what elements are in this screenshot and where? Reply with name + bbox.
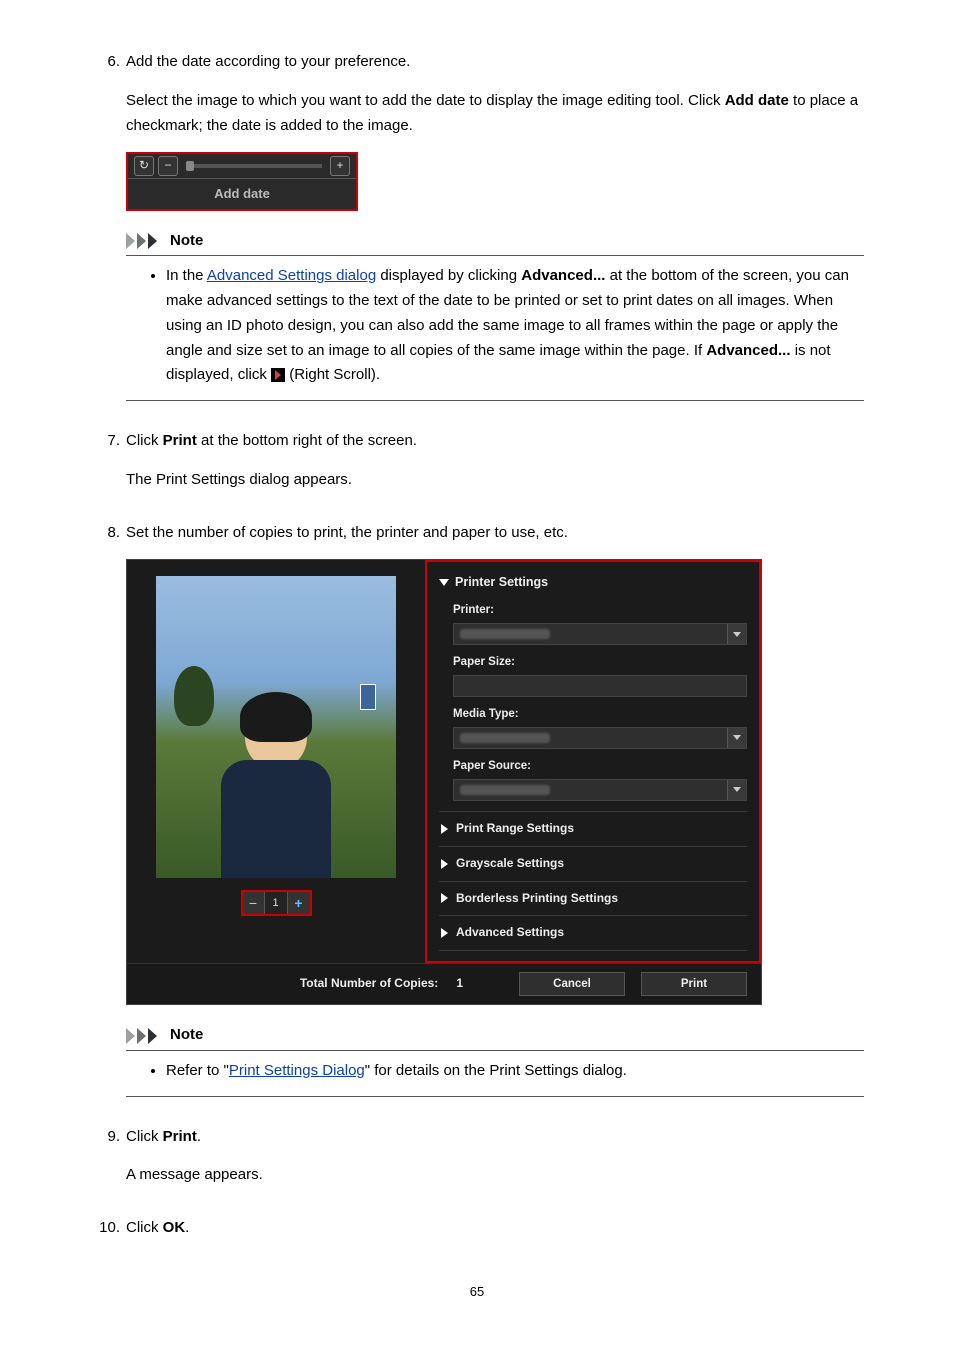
total-copies-value: 1 xyxy=(456,976,463,990)
chevron-right-icon xyxy=(441,893,448,903)
advanced-settings-link[interactable]: Advanced Settings dialog xyxy=(207,267,376,284)
paper-source-label: Paper Source: xyxy=(453,757,747,776)
chevron-down-icon xyxy=(727,624,746,644)
print-settings-link[interactable]: Print Settings Dialog xyxy=(229,1062,365,1079)
note-heading: Note xyxy=(170,229,203,254)
step-9: 9. Click Print. A message appears. xyxy=(90,1125,864,1189)
paper-source-select[interactable] xyxy=(453,779,747,801)
step-6: 6. Add the date according to your prefer… xyxy=(90,50,864,401)
printer-settings-panel: Printer Settings Printer: Paper Size: Me… xyxy=(425,560,761,963)
note-chevrons-icon xyxy=(126,1028,166,1044)
copies-minus-button[interactable]: − xyxy=(243,892,265,914)
total-copies-label: Total Number of Copies:1 xyxy=(141,974,503,994)
printer-settings-header[interactable]: Printer Settings xyxy=(439,572,747,593)
step-title: Set the number of copies to print, the p… xyxy=(126,521,568,546)
zoom-out-icon[interactable]: − xyxy=(158,156,178,176)
chevron-right-icon xyxy=(441,859,448,869)
chevron-right-icon xyxy=(441,928,448,938)
note-chevrons-icon xyxy=(126,233,166,249)
cancel-button[interactable]: Cancel xyxy=(519,972,625,996)
step-10: 10. Click OK. xyxy=(90,1216,864,1241)
step-number: 9. xyxy=(90,1125,120,1150)
print-button[interactable]: Print xyxy=(641,972,747,996)
paper-size-select[interactable] xyxy=(453,675,747,697)
step-title: Click Print at the bottom right of the s… xyxy=(126,429,417,454)
add-date-widget: ↻ − + Add date xyxy=(126,152,358,210)
printer-label: Printer: xyxy=(453,601,747,620)
step-number: 8. xyxy=(90,521,120,546)
copies-plus-button[interactable]: + xyxy=(288,892,310,914)
media-type-select[interactable] xyxy=(453,727,747,749)
step-number: 10. xyxy=(90,1216,120,1241)
print-range-settings[interactable]: Print Range Settings xyxy=(439,811,747,846)
right-scroll-icon xyxy=(271,368,285,382)
step-body-text: A message appears. xyxy=(126,1163,864,1188)
add-date-button[interactable]: Add date xyxy=(128,178,356,208)
rotate-icon[interactable]: ↻ xyxy=(134,156,154,176)
step-8: 8. Set the number of copies to print, th… xyxy=(90,521,864,1097)
media-type-label: Media Type: xyxy=(453,705,747,724)
print-settings-dialog: − 1 + Printer Settings Printer: Paper Si… xyxy=(126,559,762,1005)
step-number: 7. xyxy=(90,429,120,454)
note-block: Note Refer to "Print Settings Dialog" fo… xyxy=(126,1023,864,1097)
step-title: Click Print. xyxy=(126,1125,201,1150)
chevron-right-icon xyxy=(441,824,448,834)
zoom-slider[interactable] xyxy=(186,164,322,168)
step-title: Add the date according to your preferenc… xyxy=(126,50,410,75)
chevron-down-icon xyxy=(727,728,746,748)
step-body-text: Select the image to which you want to ad… xyxy=(126,89,864,139)
copies-value: 1 xyxy=(265,892,288,914)
step-7: 7. Click Print at the bottom right of th… xyxy=(90,429,864,493)
copies-stepper: − 1 + xyxy=(241,890,312,916)
step-body-text: The Print Settings dialog appears. xyxy=(126,468,864,493)
step-number: 6. xyxy=(90,50,120,75)
print-preview-pane: − 1 + xyxy=(127,560,425,963)
note-item: In the Advanced Settings dialog displaye… xyxy=(166,264,864,388)
preview-photo xyxy=(156,576,396,878)
note-item: Refer to "Print Settings Dialog" for det… xyxy=(166,1059,864,1084)
borderless-printing-settings[interactable]: Borderless Printing Settings xyxy=(439,881,747,916)
note-block: Note In the Advanced Settings dialog dis… xyxy=(126,229,864,402)
step-title: Click OK. xyxy=(126,1216,189,1241)
paper-size-label: Paper Size: xyxy=(453,653,747,672)
page-number: 65 xyxy=(90,1281,864,1302)
advanced-settings[interactable]: Advanced Settings xyxy=(439,915,747,951)
grayscale-settings[interactable]: Grayscale Settings xyxy=(439,846,747,881)
chevron-down-icon xyxy=(439,579,449,586)
note-heading: Note xyxy=(170,1023,203,1048)
chevron-down-icon xyxy=(727,780,746,800)
printer-select[interactable] xyxy=(453,623,747,645)
zoom-in-icon[interactable]: + xyxy=(330,156,350,176)
